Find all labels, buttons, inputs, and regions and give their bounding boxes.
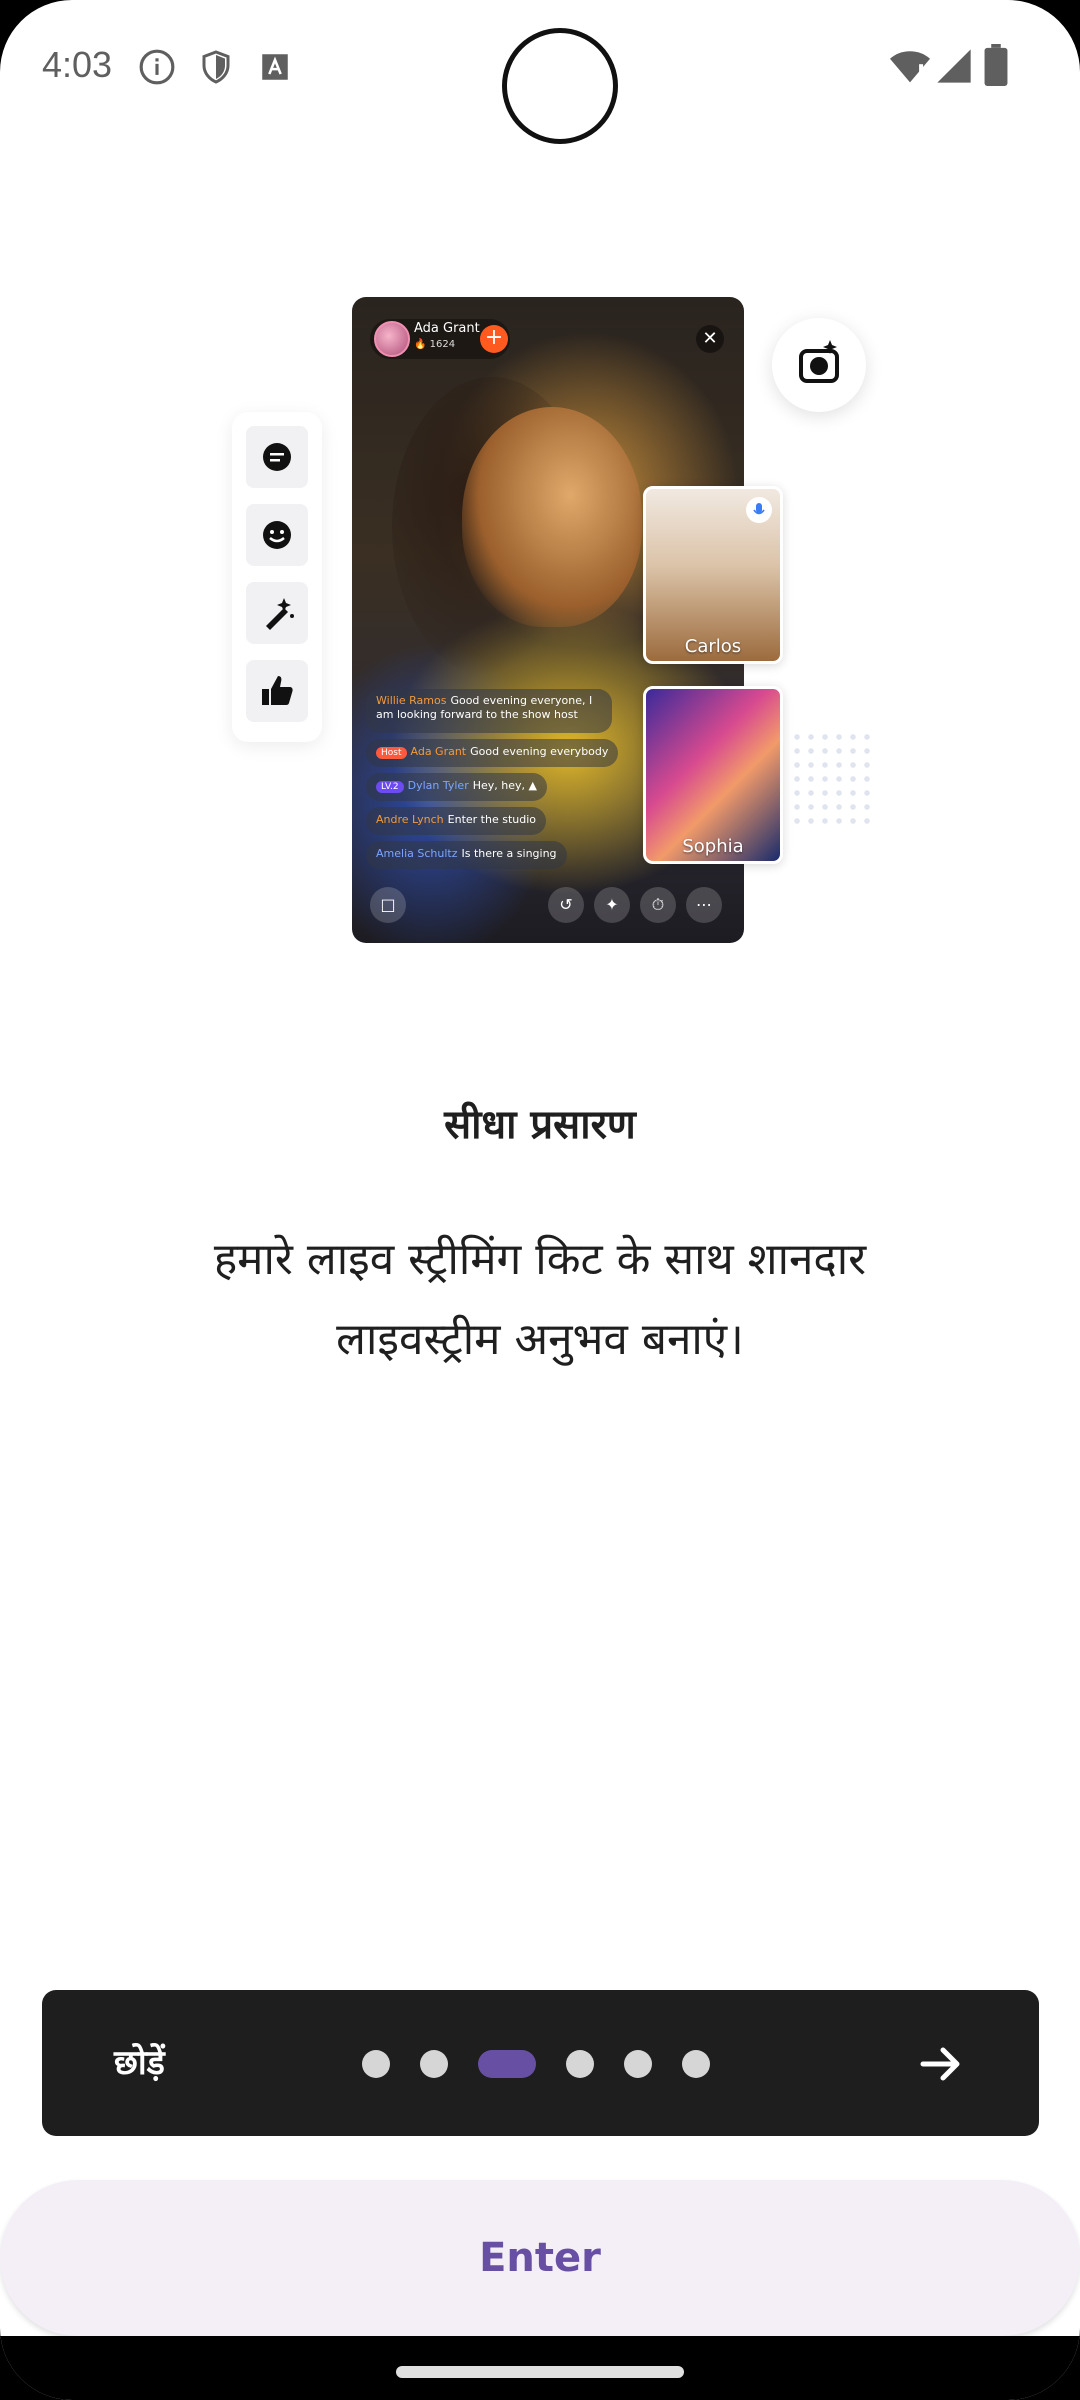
magic-wand-icon: [246, 582, 308, 644]
thumbs-up-icon: [246, 660, 308, 722]
host-avatar: [374, 321, 410, 357]
arrow-right-icon[interactable]: [913, 2036, 969, 2092]
streamer-face: [462, 407, 642, 627]
guest-video-tile: Sophia: [643, 686, 783, 864]
decorative-dot-grid: [790, 730, 870, 830]
chat-message: Host Ada Grant Good evening everybody: [366, 739, 619, 767]
chat-text: Good evening everybody: [470, 745, 609, 758]
page-description: हमारे लाइव स्ट्रीमिंग किट के साथ शानदार …: [213, 1234, 867, 1365]
chat-text: Hey, hey,: [472, 779, 526, 792]
onboarding-nav-bar: छोड़ें: [42, 1990, 1039, 2136]
interaction-side-panel: [232, 412, 322, 742]
chat-user-name: Ada Grant: [410, 745, 467, 758]
host-score: 🔥 1624: [414, 339, 456, 350]
page-dot[interactable]: [420, 2050, 448, 2078]
emoji-icon: [246, 504, 308, 566]
chat-text: Is there a singing: [461, 847, 557, 860]
host-score-value: 1624: [429, 339, 456, 350]
stream-controls: □ ↺ ✦ ⏱ ⋯: [352, 887, 744, 927]
onboarding-screen: 4:03 Ada Grant 🔥 1624 + ✕ Willie Ramos G…: [0, 0, 1080, 2400]
beauty-wand-icon: ✦: [594, 887, 630, 923]
guest-name: Sophia: [682, 836, 744, 857]
gift-icon: ▲: [528, 779, 537, 792]
guest-video-tile: Carlos: [643, 486, 783, 664]
live-streaming-illustration: Ada Grant 🔥 1624 + ✕ Willie Ramos Good ev…: [0, 0, 1080, 1000]
chat-user-name: Willie Ramos: [376, 694, 447, 707]
host-name: Ada Grant: [414, 321, 480, 336]
chat-user-name: Dylan Tyler: [407, 779, 469, 792]
close-icon: ✕: [696, 325, 724, 353]
chat-message: Amelia Schultz Is there a singing: [366, 841, 567, 869]
chat-message: Willie Ramos Good evening everyone, I am …: [366, 689, 612, 733]
page-dot[interactable]: [566, 2050, 594, 2078]
chat-text: Enter the studio: [447, 813, 537, 826]
chat-user-name: Amelia Schultz: [376, 847, 458, 860]
page-indicator: [362, 2050, 762, 2078]
page-dot[interactable]: [624, 2050, 652, 2078]
enter-button[interactable]: Enter: [0, 2180, 1080, 2336]
page-dot[interactable]: [682, 2050, 710, 2078]
host-tag: Host: [376, 747, 407, 759]
home-gesture-bar[interactable]: [396, 2366, 684, 2378]
chat-user-name: Andre Lynch: [376, 813, 444, 826]
level-tag: LV.2: [376, 781, 404, 793]
camera-effects-icon: [772, 318, 866, 412]
chat-bubble-icon: [246, 426, 308, 488]
gesture-nav-area: [0, 2336, 1080, 2400]
chat-message: LV.2 Dylan Tyler Hey, hey, ▲: [366, 773, 547, 801]
timer-icon: ⏱: [640, 887, 676, 923]
comment-icon: □: [370, 887, 406, 923]
follow-plus-icon: +: [480, 325, 508, 353]
page-title: सीधा प्रसारण: [444, 1102, 636, 1148]
skip-button[interactable]: छोड़ें: [114, 2038, 165, 2084]
page-dot-active[interactable]: [478, 2050, 536, 2078]
guest-name: Carlos: [684, 636, 742, 657]
microphone-icon: [746, 497, 772, 523]
page-dot[interactable]: [362, 2050, 390, 2078]
more-icon: ⋯: [686, 887, 722, 923]
chat-message: Andre Lynch Enter the studio: [366, 807, 547, 835]
share-icon: ↺: [548, 887, 584, 923]
